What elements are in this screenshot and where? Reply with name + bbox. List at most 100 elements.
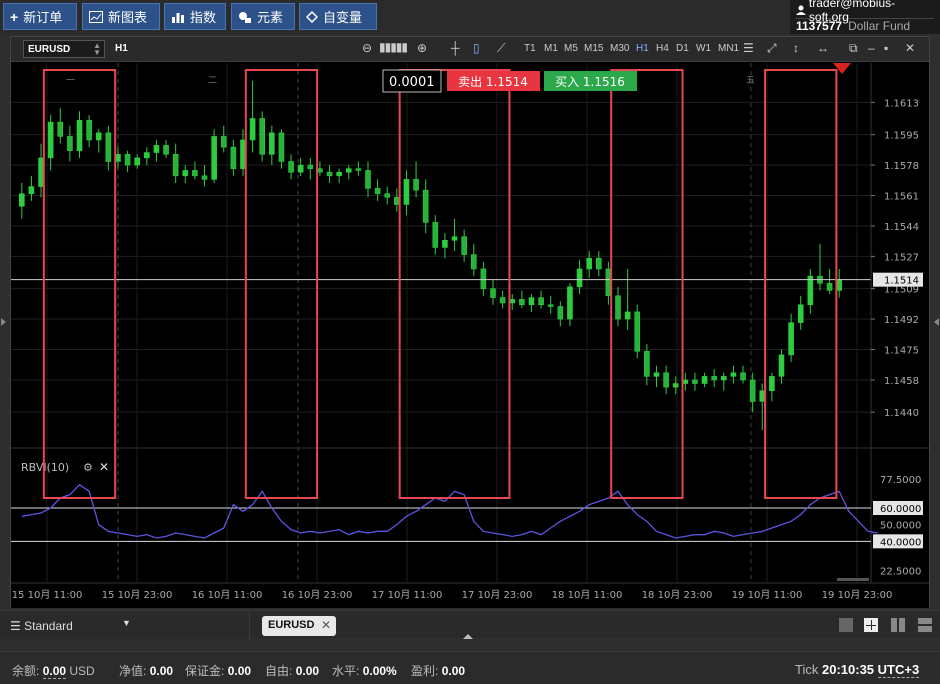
candle-body[interactable] xyxy=(76,120,83,152)
candle-body[interactable] xyxy=(403,179,410,205)
candle-body[interactable] xyxy=(413,179,419,191)
indicators-button[interactable]: 指数 xyxy=(164,3,226,30)
candle-body[interactable] xyxy=(759,390,766,402)
candle-body[interactable] xyxy=(278,132,285,162)
balance-value[interactable]: 0.00 xyxy=(42,664,67,679)
candle-body[interactable] xyxy=(182,170,189,177)
candle-body[interactable] xyxy=(682,379,689,384)
timeframe-h1[interactable]: H1 xyxy=(636,43,649,54)
candle-body[interactable] xyxy=(230,146,237,169)
price-chart[interactable]: 一 二 五 1.1613 1.1595 1.1578 1.1561 1.1544 1.1527 1… xyxy=(11,63,929,608)
candle-body[interactable] xyxy=(28,186,35,195)
candle-chart-type-icon[interactable]: ▯ xyxy=(473,41,480,55)
candle-body[interactable] xyxy=(307,164,314,169)
candle-body[interactable] xyxy=(422,189,429,223)
chart-settings-icon[interactable]: ☰ xyxy=(743,41,754,55)
layout-rows-icon[interactable] xyxy=(918,618,932,632)
candle-body[interactable] xyxy=(269,132,275,155)
candle-body[interactable] xyxy=(740,372,746,381)
candle-body[interactable] xyxy=(19,193,25,207)
close-tab-icon[interactable]: ✕ xyxy=(321,618,331,632)
detach-window-icon[interactable]: ⧉ xyxy=(849,41,858,56)
timeframe-m5[interactable]: M5 xyxy=(564,43,578,54)
candle-body[interactable] xyxy=(374,188,381,195)
candle-body[interactable] xyxy=(538,297,544,306)
candle-body[interactable] xyxy=(115,154,121,162)
timezone-selector[interactable]: UTC+3 xyxy=(877,662,920,678)
candle-body[interactable] xyxy=(749,379,756,402)
candle-body[interactable] xyxy=(47,121,54,159)
candle-body[interactable] xyxy=(519,299,525,306)
candle-body[interactable] xyxy=(720,376,727,381)
horizontal-scrollbar[interactable] xyxy=(837,578,869,581)
candle-body[interactable] xyxy=(201,175,208,180)
candle-body[interactable] xyxy=(615,295,621,320)
candle-body[interactable] xyxy=(490,288,496,298)
candle-body[interactable] xyxy=(836,279,842,291)
candle-body[interactable] xyxy=(547,304,554,307)
timeframe-t1[interactable]: T1 xyxy=(524,43,536,54)
zoom-slider[interactable]: ▮▮▮▮▮ xyxy=(379,40,408,54)
candle-body[interactable] xyxy=(509,299,516,304)
candle-body[interactable] xyxy=(365,170,371,189)
layout-columns-icon[interactable] xyxy=(891,618,905,632)
layout-single-icon[interactable] xyxy=(839,618,853,632)
timeframe-m15[interactable]: M15 xyxy=(584,43,603,54)
zoom-in-icon[interactable]: ⊕ xyxy=(417,41,427,55)
candle-body[interactable] xyxy=(586,257,592,270)
layout-grid-icon[interactable] xyxy=(864,618,878,632)
candle-body[interactable] xyxy=(163,145,169,155)
horizontal-scale-icon[interactable]: ↔ xyxy=(817,41,829,55)
candle-body[interactable] xyxy=(788,322,794,356)
sell-button-label[interactable]: 卖出 1.1514 xyxy=(458,75,528,89)
timeframe-mn1[interactable]: MN1 xyxy=(718,43,739,54)
candle-body[interactable] xyxy=(567,286,573,320)
right-panel-toggle-icon[interactable] xyxy=(934,318,939,326)
candle-body[interactable] xyxy=(692,379,698,384)
candle-body[interactable] xyxy=(192,170,198,177)
candle-body[interactable] xyxy=(451,236,458,241)
candle-body[interactable] xyxy=(480,268,487,289)
candle-body[interactable] xyxy=(499,297,506,304)
candle-body[interactable] xyxy=(442,239,448,248)
volume-value[interactable]: 0.0001 xyxy=(389,75,435,90)
candle-body[interactable] xyxy=(672,383,679,388)
variables-button[interactable]: 自变量 xyxy=(299,3,377,30)
symbol-selector[interactable]: EURUSD ▲ ▼ xyxy=(23,40,105,58)
candle-body[interactable] xyxy=(432,222,439,248)
candle-body[interactable] xyxy=(240,139,246,169)
line-chart-type-icon[interactable]: ⟋ xyxy=(497,41,505,56)
candle-body[interactable] xyxy=(326,171,333,177)
candle-body[interactable] xyxy=(124,154,131,166)
new-chart-button[interactable]: 新图表 xyxy=(82,3,160,30)
candle-body[interactable] xyxy=(711,376,717,381)
candle-body[interactable] xyxy=(67,136,73,152)
timeframe-h4[interactable]: H4 xyxy=(656,43,669,54)
vertical-scale-icon[interactable]: ↕ xyxy=(793,41,799,55)
candle-body[interactable] xyxy=(38,157,44,187)
candle-body[interactable] xyxy=(86,120,92,141)
candle-body[interactable] xyxy=(605,268,612,297)
candle-body[interactable] xyxy=(528,297,535,306)
candle-body[interactable] xyxy=(153,145,160,153)
candle-body[interactable] xyxy=(807,275,814,306)
candle-body[interactable] xyxy=(259,118,266,155)
candle-body[interactable] xyxy=(595,257,602,270)
close-chart-icon[interactable]: ✕ xyxy=(905,41,915,55)
chart-tab-eurusd[interactable]: EURUSD ✕ xyxy=(262,616,336,636)
timeframe-w1[interactable]: W1 xyxy=(696,43,711,54)
candle-body[interactable] xyxy=(634,311,641,352)
timeframe-m30[interactable]: M30 xyxy=(610,43,629,54)
candle-body[interactable] xyxy=(355,168,362,171)
candle-body[interactable] xyxy=(624,311,631,320)
candle-body[interactable] xyxy=(461,236,467,255)
candle-body[interactable] xyxy=(336,171,342,177)
candle-body[interactable] xyxy=(144,152,150,159)
candle-body[interactable] xyxy=(172,154,179,177)
account-panel[interactable]: trader@mobius-soft.org 1137577 Dollar Fu… xyxy=(790,0,940,34)
minimize-icon[interactable]: – xyxy=(868,41,875,55)
candle-body[interactable] xyxy=(288,161,294,173)
zoom-out-icon[interactable]: ⊖ xyxy=(362,41,372,55)
elements-button[interactable]: 元素 xyxy=(231,3,295,30)
candle-body[interactable] xyxy=(797,304,804,323)
